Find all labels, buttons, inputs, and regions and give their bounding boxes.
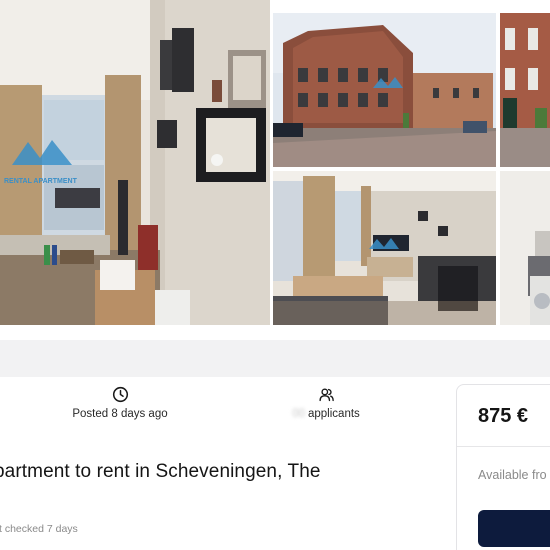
price-divider [457,446,550,447]
photo-living-room[interactable] [273,171,496,325]
photo-main-interior[interactable]: RENTAL APARTMENT [0,0,270,325]
listing-title: partment to rent in Scheveningen, The [0,461,321,482]
photo-gallery: RENTAL APARTMENT [0,0,550,328]
posted-label: Posted 8 days ago [72,408,168,420]
watermark-text: RENTAL APARTMENT [4,178,78,185]
price: 875 € [478,405,529,427]
posted-stat: Posted 8 days ago [60,386,180,420]
users-icon [318,388,334,402]
photo-laundry[interactable] [500,171,550,325]
applicants-stat: 00 applicants [266,386,386,420]
tab-band [0,340,550,377]
available-from-label: Available fro [478,468,547,482]
applicants-text: applicants [308,408,360,420]
applicants-label: 00 applicants [292,408,360,420]
clock-icon [112,386,128,403]
photo-street-side[interactable] [500,13,550,167]
apply-button[interactable] [478,510,550,547]
price-card: 875 € Available fro [456,384,550,550]
applicants-count-hidden: 00 [292,408,305,420]
last-checked: t checked 7 days [0,523,78,535]
photo-street-corner[interactable] [273,13,496,167]
